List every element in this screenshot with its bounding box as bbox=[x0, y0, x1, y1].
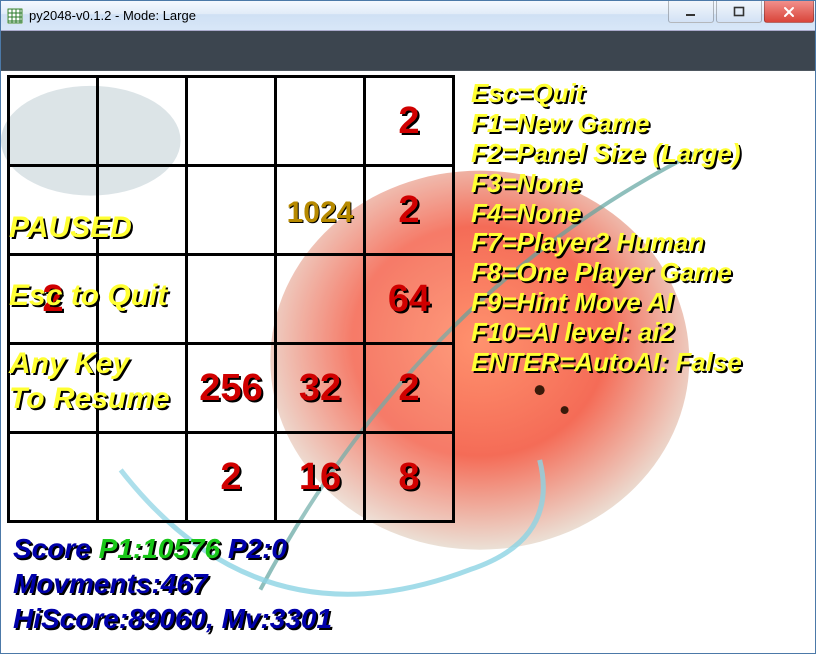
help-line: F2=Panel Size (Large) bbox=[471, 139, 742, 169]
score-line: Score P1:10576 P2:0 bbox=[13, 531, 332, 566]
score-p2: P2:0 bbox=[220, 533, 287, 564]
tile-value: 1024 bbox=[287, 196, 354, 229]
help-line: F8=One Player Game bbox=[471, 258, 742, 288]
tile: 1024 bbox=[276, 166, 365, 255]
tile-value: 16 bbox=[299, 456, 341, 498]
tile: 64 bbox=[365, 255, 454, 344]
score-label: Score bbox=[13, 533, 99, 564]
help-line: F10=AI level: ai2 bbox=[471, 318, 742, 348]
movements-line: Movments:467 bbox=[13, 566, 332, 601]
tile bbox=[276, 255, 365, 344]
tile-value: 2 bbox=[398, 100, 419, 142]
help-line: F3=None bbox=[471, 169, 742, 199]
tile: 2 bbox=[365, 77, 454, 166]
tile-value: 2 bbox=[398, 367, 419, 409]
help-line: Esc=Quit bbox=[471, 79, 742, 109]
resume-hint: Any KeyTo Resume bbox=[9, 347, 170, 416]
tile bbox=[9, 433, 98, 522]
tile: 256 bbox=[187, 344, 276, 433]
help-line: F7=Player2 Human bbox=[471, 228, 742, 258]
tile: 16 bbox=[276, 433, 365, 522]
tile-value: 64 bbox=[388, 278, 430, 320]
tile-value: 256 bbox=[199, 367, 262, 409]
help-line: ENTER=AutoAI: False bbox=[471, 348, 742, 378]
tile: 2 bbox=[365, 344, 454, 433]
tile: 8 bbox=[365, 433, 454, 522]
window-controls bbox=[667, 1, 815, 30]
status-panel: Score P1:10576 P2:0 Movments:467 HiScore… bbox=[13, 531, 332, 636]
window-frame: py2048-v0.1.2 - Mode: Large bbox=[0, 0, 816, 654]
tile-value: 2 bbox=[220, 456, 241, 498]
tile bbox=[98, 433, 187, 522]
tile bbox=[187, 166, 276, 255]
tile bbox=[276, 77, 365, 166]
tile bbox=[187, 255, 276, 344]
tile-value: 2 bbox=[398, 189, 419, 231]
tile bbox=[9, 77, 98, 166]
tile bbox=[98, 77, 187, 166]
window-title: py2048-v0.1.2 - Mode: Large bbox=[29, 8, 667, 23]
tile-value: 32 bbox=[299, 367, 341, 409]
hiscore-line: HiScore:89060, Mv:3301 bbox=[13, 601, 332, 636]
tile: 32 bbox=[276, 344, 365, 433]
tile: 2 bbox=[365, 166, 454, 255]
close-button[interactable] bbox=[764, 1, 814, 23]
minimize-button[interactable] bbox=[668, 1, 714, 23]
score-p1: P1:10576 bbox=[99, 533, 220, 564]
app-icon bbox=[7, 8, 23, 24]
tile bbox=[187, 77, 276, 166]
help-line: F9=Hint Move AI bbox=[471, 288, 742, 318]
titlebar[interactable]: py2048-v0.1.2 - Mode: Large bbox=[1, 1, 815, 31]
help-panel: Esc=QuitF1=New GameF2=Panel Size (Large)… bbox=[471, 79, 742, 378]
maximize-button[interactable] bbox=[716, 1, 762, 23]
help-line: F1=New Game bbox=[471, 109, 742, 139]
esc-hint: Esc to Quit bbox=[9, 279, 167, 314]
help-line: F4=None bbox=[471, 199, 742, 229]
tile-value: 8 bbox=[398, 456, 419, 498]
paused-label: PAUSED bbox=[9, 211, 132, 246]
tile: 2 bbox=[187, 433, 276, 522]
client-area: 2102422642563222168 PAUSED Esc to Quit A… bbox=[1, 31, 815, 653]
